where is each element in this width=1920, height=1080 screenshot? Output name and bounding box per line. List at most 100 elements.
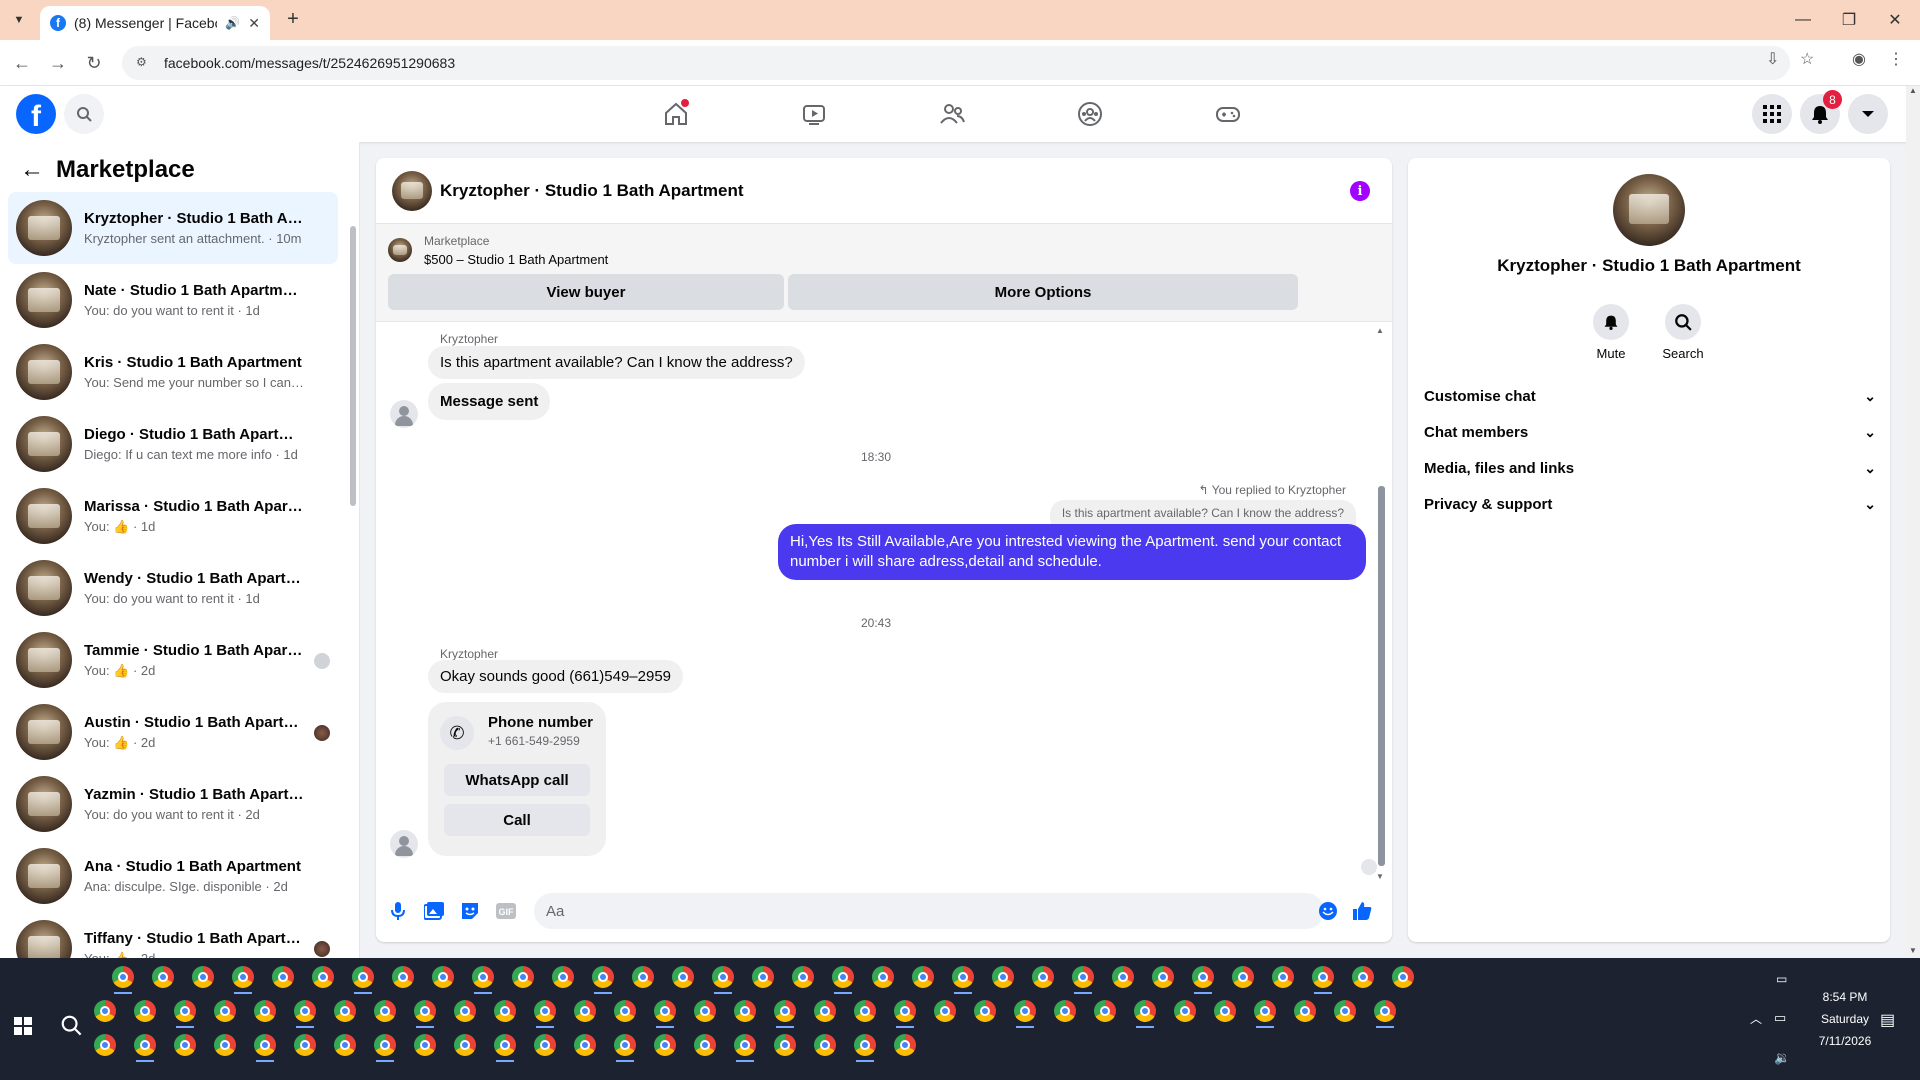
taskbar-app-icon[interactable] bbox=[1210, 996, 1240, 1026]
taskbar-app-icon[interactable] bbox=[1108, 962, 1138, 992]
gif-icon[interactable]: GIF bbox=[494, 899, 518, 923]
taskbar-app-icon[interactable] bbox=[508, 962, 538, 992]
tray-chevron-up-icon[interactable]: ︿ bbox=[1750, 1010, 1762, 1027]
taskbar-app-icon[interactable] bbox=[850, 996, 880, 1026]
gaming-icon[interactable] bbox=[1212, 98, 1244, 130]
taskbar-app-icon[interactable] bbox=[1370, 996, 1400, 1028]
taskbar-app-icon[interactable] bbox=[410, 1030, 440, 1060]
clock-date[interactable]: 7/11/2026 bbox=[1800, 1034, 1890, 1048]
search-conversation-button[interactable]: Search bbox=[1653, 304, 1713, 361]
taskbar-app-icon[interactable] bbox=[730, 996, 760, 1026]
taskbar-app-icon[interactable] bbox=[690, 996, 720, 1026]
taskbar-app-icon[interactable] bbox=[1170, 996, 1200, 1026]
taskbar-app-icon[interactable] bbox=[708, 962, 738, 994]
taskbar-app-icon[interactable] bbox=[628, 962, 658, 992]
call-button[interactable]: Call bbox=[444, 804, 590, 836]
taskbar-app-icon[interactable] bbox=[570, 996, 600, 1026]
tray-device-icon[interactable]: ▭ bbox=[1776, 972, 1787, 986]
taskbar-app-icon[interactable] bbox=[130, 996, 160, 1026]
taskbar-app-icon[interactable] bbox=[730, 1030, 760, 1062]
taskbar-app-icon[interactable] bbox=[1010, 996, 1040, 1028]
browser-tab[interactable]: f (8) Messenger | Facebook 🔊 ✕ bbox=[40, 6, 270, 40]
taskbar-app-icon[interactable] bbox=[1188, 962, 1218, 994]
notifications-button[interactable]: 8 bbox=[1800, 90, 1842, 134]
taskbar-app-icon[interactable] bbox=[428, 962, 458, 992]
volume-icon[interactable]: 🔉 bbox=[1774, 1050, 1790, 1066]
view-buyer-button[interactable]: View buyer bbox=[388, 274, 784, 310]
page-scroll-down-icon[interactable]: ▼ bbox=[1909, 946, 1917, 955]
conversation-scrollbar[interactable] bbox=[348, 196, 356, 946]
taskbar-app-icon[interactable] bbox=[1250, 996, 1280, 1028]
taskbar-app-icon[interactable] bbox=[370, 1030, 400, 1062]
friends-icon[interactable] bbox=[936, 98, 968, 130]
taskbar-app-icon[interactable] bbox=[388, 962, 418, 992]
conversation-item[interactable]: Kryztopher · Studio 1 Bath Apart... Kryzt… bbox=[8, 192, 338, 264]
taskbar-app-icon[interactable] bbox=[948, 962, 978, 994]
mute-button[interactable]: Mute bbox=[1581, 304, 1641, 361]
emoji-icon[interactable] bbox=[1316, 899, 1340, 923]
taskbar-app-icon[interactable] bbox=[1130, 996, 1160, 1028]
page-scroll-up-icon[interactable]: ▲ bbox=[1909, 86, 1917, 95]
taskbar-app-icon[interactable] bbox=[170, 996, 200, 1028]
conversation-item[interactable]: Diego · Studio 1 Bath Apartment Diego: If… bbox=[8, 408, 338, 480]
taskbar-app-icon[interactable] bbox=[1348, 962, 1378, 992]
taskbar-app-icon[interactable] bbox=[908, 962, 938, 992]
listing-thumbnail[interactable] bbox=[388, 238, 412, 262]
microphone-icon[interactable] bbox=[386, 899, 410, 923]
sticker-icon[interactable] bbox=[458, 899, 482, 923]
taskbar-app-icon[interactable] bbox=[588, 962, 618, 994]
taskbar-app-icon[interactable] bbox=[828, 962, 858, 994]
taskbar-search-icon[interactable] bbox=[60, 1014, 82, 1041]
taskbar-app-icon[interactable] bbox=[788, 962, 818, 992]
sender-avatar[interactable] bbox=[390, 400, 418, 428]
taskbar-app-icon[interactable] bbox=[530, 996, 560, 1028]
chat-avatar[interactable] bbox=[392, 170, 432, 211]
taskbar-app-icon[interactable] bbox=[1028, 962, 1058, 992]
menu-grid-button[interactable] bbox=[1752, 94, 1792, 134]
taskbar-app-icon[interactable] bbox=[988, 962, 1018, 992]
conversation-item[interactable]: Austin · Studio 1 Bath Apartm... You: 👍 ·… bbox=[8, 696, 338, 768]
taskbar-app-icon[interactable] bbox=[210, 996, 240, 1026]
taskbar-app-icon[interactable] bbox=[170, 1030, 200, 1060]
page-scrollbar[interactable]: ▲ ▼ bbox=[1906, 86, 1920, 958]
url-field[interactable]: ⚙ facebook.com/messages/t/25246269512906… bbox=[122, 46, 1790, 80]
browser-menu-icon[interactable]: ⋮ bbox=[1888, 49, 1904, 69]
install-app-icon[interactable]: ⇩ bbox=[1766, 49, 1779, 69]
taskbar-app-icon[interactable] bbox=[668, 962, 698, 992]
taskbar-app-icon[interactable] bbox=[548, 962, 578, 992]
incoming-message[interactable]: Okay sounds good (661)549–2959 bbox=[428, 660, 684, 693]
thumbs-up-icon[interactable] bbox=[1350, 899, 1374, 923]
video-icon[interactable] bbox=[798, 98, 830, 130]
reload-icon[interactable]: ↻ bbox=[82, 51, 106, 75]
photo-icon[interactable] bbox=[422, 899, 446, 923]
taskbar-app-icon[interactable] bbox=[250, 996, 280, 1026]
listing-price-title[interactable]: $500 – Studio 1 Bath Apartment bbox=[424, 252, 608, 267]
account-menu-button[interactable] bbox=[1848, 94, 1888, 134]
taskbar-app-icon[interactable] bbox=[370, 996, 400, 1026]
facebook-logo-icon[interactable]: f bbox=[16, 94, 56, 134]
taskbar-app-icon[interactable] bbox=[268, 962, 298, 992]
taskbar-app-icon[interactable] bbox=[748, 962, 778, 992]
taskbar-app-icon[interactable] bbox=[330, 1030, 360, 1060]
taskbar-app-icon[interactable] bbox=[490, 996, 520, 1026]
scroll-up-icon[interactable]: ▲ bbox=[1376, 326, 1384, 335]
clock-time[interactable]: 8:54 PM bbox=[1800, 990, 1890, 1004]
clock-day[interactable]: Saturday bbox=[1800, 1012, 1890, 1026]
tab-close-icon[interactable]: ✕ bbox=[248, 15, 260, 32]
taskbar-app-icon[interactable] bbox=[770, 996, 800, 1028]
conversation-item[interactable]: Marissa · Studio 1 Bath Apartment You: 👍 … bbox=[8, 480, 338, 552]
taskbar-app-icon[interactable] bbox=[130, 1030, 160, 1062]
taskbar-app-icon[interactable] bbox=[1308, 962, 1338, 994]
chat-scrollbar[interactable]: ▲ ▼ bbox=[1376, 326, 1386, 882]
taskbar-app-icon[interactable] bbox=[108, 962, 138, 994]
bookmark-star-icon[interactable]: ☆ bbox=[1800, 49, 1814, 69]
taskbar-app-icon[interactable] bbox=[290, 1030, 320, 1060]
taskbar-app-icon[interactable] bbox=[490, 1030, 520, 1062]
windows-start-icon[interactable] bbox=[14, 1017, 32, 1040]
back-arrow-icon[interactable]: ← bbox=[20, 156, 44, 184]
taskbar-app-icon[interactable] bbox=[690, 1030, 720, 1060]
tab-list-chevron-icon[interactable]: ▼ bbox=[8, 9, 30, 31]
taskbar-app-icon[interactable] bbox=[610, 1030, 640, 1062]
details-avatar[interactable] bbox=[1613, 174, 1685, 246]
taskbar-app-icon[interactable] bbox=[850, 1030, 880, 1062]
